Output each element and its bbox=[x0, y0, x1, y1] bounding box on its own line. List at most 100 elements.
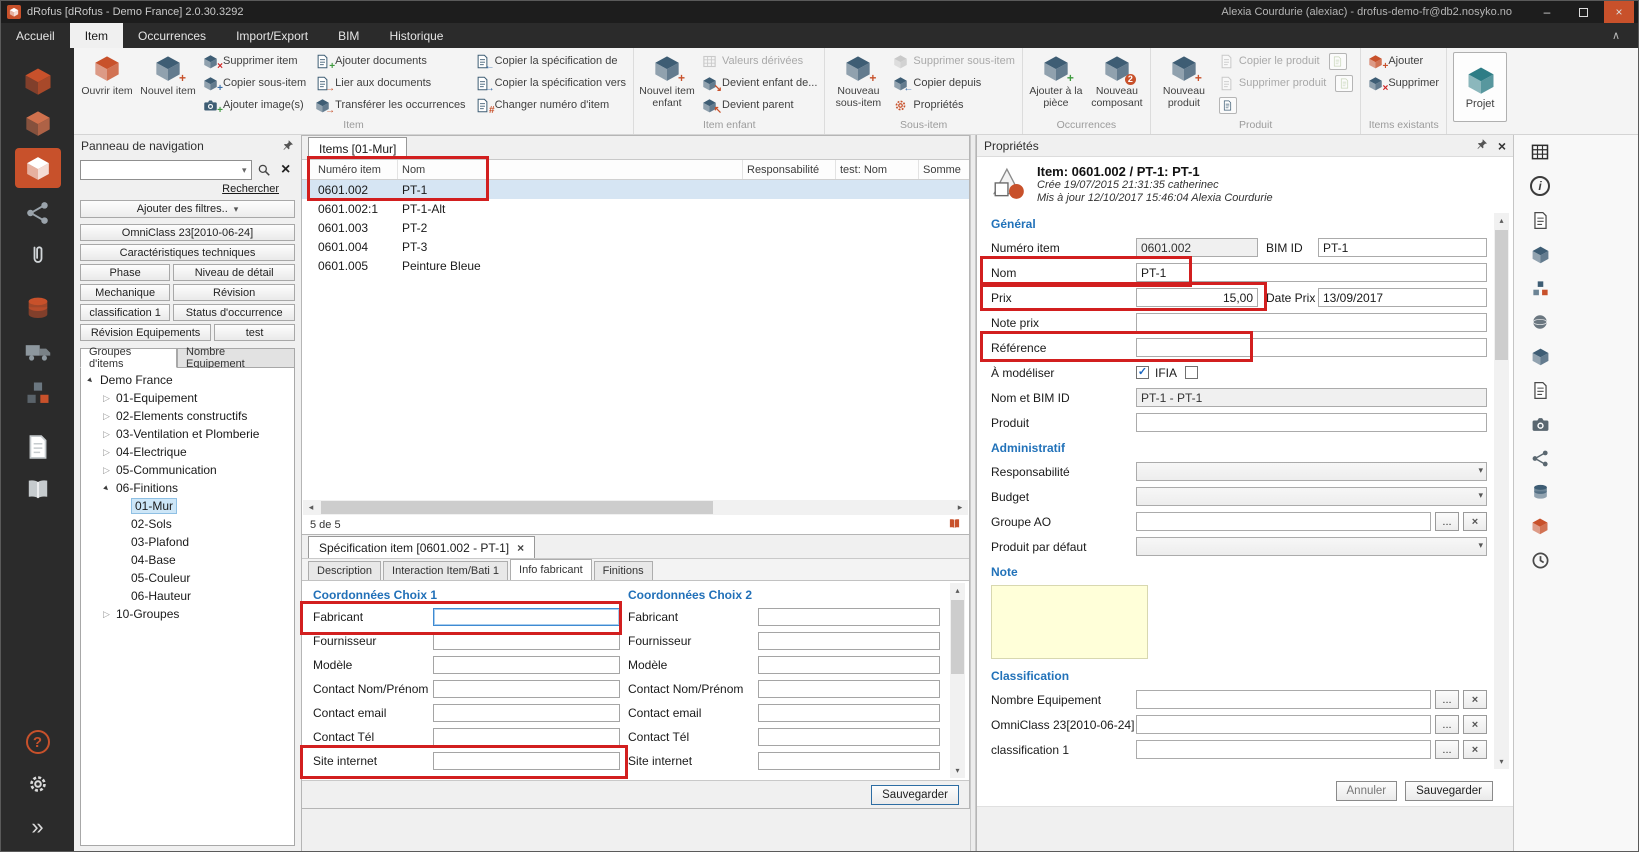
new-subitem-button[interactable]: + Nouveau sous-item bbox=[828, 49, 888, 115]
scrollbar-thumb[interactable] bbox=[951, 600, 964, 674]
scrollbar-thumb[interactable] bbox=[1495, 230, 1508, 360]
data-icon[interactable] bbox=[1528, 481, 1552, 503]
item-groups-module-icon-selected[interactable] bbox=[15, 148, 61, 188]
scroll-up-icon[interactable]: ▴ bbox=[1494, 213, 1509, 228]
report-book-icon[interactable] bbox=[948, 517, 961, 533]
nom-field[interactable] bbox=[1136, 263, 1487, 282]
produit-field[interactable] bbox=[1136, 413, 1487, 432]
reference-field[interactable] bbox=[1136, 338, 1487, 357]
fabricant-input[interactable] bbox=[433, 608, 620, 626]
new-component-button[interactable]: 2 Nouveau composant bbox=[1087, 49, 1147, 115]
maximize-button[interactable] bbox=[1568, 1, 1598, 23]
reports-module-icon[interactable] bbox=[1, 468, 74, 510]
note-prix-field[interactable] bbox=[1136, 313, 1487, 332]
camera-icon[interactable] bbox=[1528, 413, 1552, 435]
classification-1-field[interactable] bbox=[1136, 740, 1431, 759]
bim-id-field[interactable] bbox=[1318, 238, 1487, 257]
modele-input[interactable] bbox=[433, 656, 620, 674]
nav-pin-icon[interactable] bbox=[282, 139, 294, 154]
nombre-equipement-browse-button[interactable]: ... bbox=[1435, 690, 1459, 709]
tree-node-10-groupes[interactable]: ▷10-Groupes bbox=[81, 605, 294, 623]
sphere-icon[interactable] bbox=[1528, 311, 1552, 333]
contact-email-2-input[interactable] bbox=[758, 704, 940, 722]
table-row-0601-002-1[interactable]: 0601.002:1PT-1-Alt bbox=[302, 199, 969, 218]
tree-node-05-communication[interactable]: ▷05-Communication bbox=[81, 461, 294, 479]
close-specification-tab-icon[interactable]: × bbox=[517, 541, 524, 555]
fournisseur-2-input[interactable] bbox=[758, 632, 940, 650]
logistics-module-icon[interactable] bbox=[1, 330, 74, 372]
prix-field[interactable] bbox=[1136, 288, 1258, 307]
product-box-icon[interactable] bbox=[1528, 345, 1552, 367]
filter-status-occurrence-button[interactable]: Status d'occurrence bbox=[173, 304, 295, 321]
classification-1-clear-button[interactable]: × bbox=[1463, 740, 1487, 759]
responsabilite-dropdown[interactable]: ▾ bbox=[1136, 462, 1487, 481]
new-product-button[interactable]: + Nouveau produit bbox=[1154, 49, 1214, 115]
rechercher-link[interactable]: Rechercher bbox=[222, 183, 279, 195]
add-filters-button[interactable]: Ajouter des filtres.. ▾ bbox=[80, 200, 295, 218]
contact-nom-prenom-2-input[interactable] bbox=[758, 680, 940, 698]
properties-close-icon[interactable]: × bbox=[1498, 138, 1506, 154]
properties-pin-icon[interactable] bbox=[1476, 138, 1488, 153]
expand-sidebar-icon[interactable]: » bbox=[31, 817, 43, 837]
groupe-ao-clear-button[interactable]: × bbox=[1463, 512, 1487, 531]
groupe-ao-field[interactable] bbox=[1136, 512, 1431, 531]
numero-item-field[interactable] bbox=[1136, 238, 1258, 257]
delete-product-extra-button[interactable] bbox=[1335, 75, 1353, 92]
omniclass-browse-button[interactable]: ... bbox=[1435, 715, 1459, 734]
cancel-button[interactable]: Annuler bbox=[1336, 781, 1398, 801]
derived-values-button[interactable]: Valeurs dérivées bbox=[698, 52, 821, 70]
delete-existing-item-button[interactable]: × Supprimer bbox=[1364, 74, 1443, 92]
help-icon[interactable]: ? bbox=[26, 730, 50, 754]
becomes-child-of-button[interactable]: ↘ Devient enfant de... bbox=[698, 74, 821, 92]
tab-bim[interactable]: BIM bbox=[323, 23, 374, 48]
a-modeliser-checkbox[interactable] bbox=[1136, 366, 1149, 379]
tab-interaction-item-bati[interactable]: Interaction Item/Bati 1 bbox=[383, 561, 508, 580]
copy-spec-to-button[interactable]: → Copier la spécification vers bbox=[471, 74, 630, 92]
copy-spec-from-button[interactable]: ← Copier la spécification de bbox=[471, 52, 630, 70]
table-row-0601-005[interactable]: 0601.005Peinture Bleue bbox=[302, 256, 969, 275]
move-item-icon[interactable] bbox=[1528, 277, 1552, 299]
contact-nom-prenom-input[interactable] bbox=[433, 680, 620, 698]
contact-tel-input[interactable] bbox=[433, 728, 620, 746]
contact-email-input[interactable] bbox=[433, 704, 620, 722]
filter-niveau-detail-button[interactable]: Niveau de détail bbox=[173, 264, 295, 281]
tree-node-01-equipement[interactable]: ▷01-Equipement bbox=[81, 389, 294, 407]
nom-bim-id-field[interactable] bbox=[1136, 388, 1487, 407]
delete-subitem-button[interactable]: Supprimer sous-item bbox=[889, 52, 1018, 70]
fournisseur-input[interactable] bbox=[433, 632, 620, 650]
column-test-nom[interactable]: test: Nom bbox=[836, 160, 919, 179]
item-list-module-icon[interactable] bbox=[1, 102, 74, 144]
contact-tel-2-input[interactable] bbox=[758, 728, 940, 746]
components-icon[interactable] bbox=[1528, 515, 1552, 537]
tab-description[interactable]: Description bbox=[308, 561, 381, 580]
properties-save-button[interactable]: Sauvegarder bbox=[1405, 781, 1493, 801]
becomes-parent-button[interactable]: ↖ Devient parent bbox=[698, 96, 821, 114]
column-somme[interactable]: Somme bbox=[919, 160, 969, 179]
table-row-0601-003[interactable]: 0601.003PT-2 bbox=[302, 218, 969, 237]
delete-product-button[interactable]: Supprimer produit bbox=[1215, 74, 1357, 92]
site-internet-input[interactable] bbox=[433, 752, 620, 770]
table-row-0601-002[interactable]: 0601.002PT-1 bbox=[302, 180, 969, 199]
change-item-number-button[interactable]: # Changer numéro d'item bbox=[471, 96, 630, 114]
relations-icon[interactable] bbox=[1528, 447, 1552, 469]
tree-node-root[interactable]: ▸Demo France bbox=[81, 371, 294, 389]
filter-mechanique-button[interactable]: Mechanique bbox=[80, 284, 170, 301]
documents-module-icon[interactable] bbox=[1, 426, 74, 468]
scroll-right-icon[interactable]: ▸ bbox=[952, 500, 968, 515]
tree-node-04-base[interactable]: 04-Base bbox=[81, 551, 294, 569]
nombre-equipement-clear-button[interactable]: × bbox=[1463, 690, 1487, 709]
tab-historique[interactable]: Historique bbox=[374, 23, 458, 48]
site-internet-2-input[interactable] bbox=[758, 752, 940, 770]
new-item-button[interactable]: + Nouvel item bbox=[138, 49, 198, 115]
data-module-icon[interactable] bbox=[1, 288, 74, 330]
subitem-properties-button[interactable]: Propriétés bbox=[889, 96, 1018, 114]
column-nom[interactable]: Nom bbox=[398, 160, 743, 179]
search-input[interactable] bbox=[85, 163, 240, 177]
ifia-checkbox[interactable] bbox=[1185, 366, 1198, 379]
omniclass-clear-button[interactable]: × bbox=[1463, 715, 1487, 734]
add-to-room-button[interactable]: + Ajouter à la pièce bbox=[1026, 49, 1086, 115]
collapse-ribbon-icon[interactable]: ∧ bbox=[1594, 23, 1638, 48]
tab-info-fabricant[interactable]: Info fabricant bbox=[510, 559, 592, 580]
tab-finitions[interactable]: Finitions bbox=[594, 561, 653, 580]
groupe-ao-browse-button[interactable]: ... bbox=[1435, 512, 1459, 531]
